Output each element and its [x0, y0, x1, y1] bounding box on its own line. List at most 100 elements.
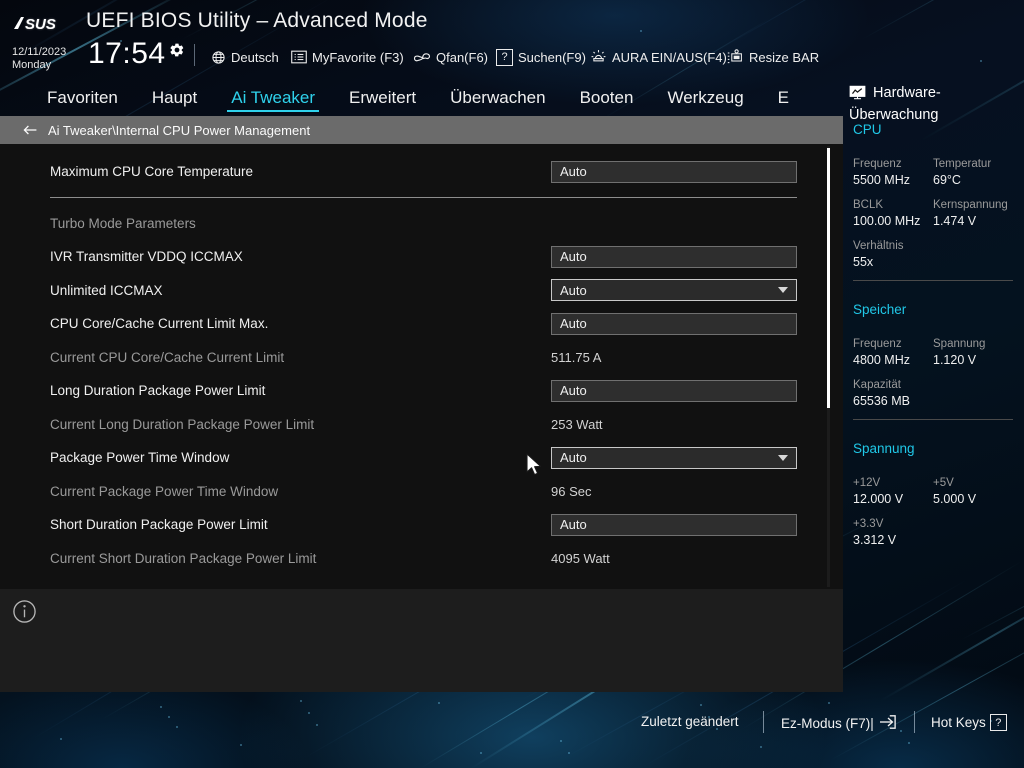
setting-dropdown-unlimited-iccmax[interactable]: Auto: [551, 279, 797, 301]
hwm-value: 12.000 V: [853, 492, 904, 506]
setting-input-short-duration-package-power-limit[interactable]: Auto: [551, 513, 797, 536]
setting-input-long-duration-package-power-limit[interactable]: Auto: [551, 379, 797, 402]
settings-row-current-long-duration-package-power-limit: Current Long Duration Package Power Limi…: [0, 408, 843, 441]
arrow-left-icon[interactable]: [22, 122, 38, 138]
aura-lamp-icon: [590, 49, 607, 65]
svg-text:SUS: SUS: [25, 16, 56, 33]
globe-icon: [211, 50, 226, 65]
bios-screen: SUS UEFI BIOS Utility – Advanced Mode 12…: [0, 0, 1024, 768]
list-icon: [291, 50, 307, 64]
setting-readonly-value: 253 Watt: [551, 416, 603, 432]
setting-readonly-value: 4095 Watt: [551, 550, 610, 566]
hwm-value: 100.00 MHz: [853, 214, 921, 228]
setting-label: Current CPU Core/Cache Current Limit: [50, 349, 285, 365]
hot-keys-button[interactable]: Hot Keys ?: [931, 714, 1007, 731]
tab-werkzeug[interactable]: Werkzeug: [650, 83, 760, 113]
fan-icon: [413, 50, 431, 65]
setting-label: CPU Core/Cache Current Limit Max.: [50, 316, 269, 331]
setting-label: IVR Transmitter VDDQ ICCMAX: [50, 249, 243, 264]
hwm-divider: [853, 280, 1013, 281]
top-header: SUS UEFI BIOS Utility – Advanced Mode 12…: [0, 0, 1024, 80]
header-item-search[interactable]: ? Suchen(F9): [496, 47, 586, 67]
header-item-label: Resize BAR: [749, 49, 820, 65]
hwm-key: Temperatur: [933, 158, 992, 170]
header-item-label: Qfan(F6): [436, 49, 489, 65]
settings-row-cpu-core-cache-current-limit-max[interactable]: CPU Core/Cache Current Limit Max. Auto: [0, 307, 843, 340]
tab-label: Ai Tweaker: [231, 88, 316, 107]
tab-erweitert[interactable]: Erweitert: [332, 83, 433, 113]
header-item-qfan[interactable]: Qfan(F6): [413, 47, 488, 67]
hwm-value: 55x: [853, 255, 874, 269]
setting-input-maximum-cpu-core-temperature[interactable]: Auto: [551, 160, 797, 183]
section-header-turbo-mode-parameters: Turbo Mode Parameters: [0, 207, 843, 240]
asus-logo-icon: SUS: [12, 13, 74, 35]
hwm-key: Spannung: [933, 338, 986, 350]
tab-ai-tweaker[interactable]: Ai Tweaker: [214, 83, 332, 113]
settings-row-short-duration-package-power-limit[interactable]: Short Duration Package Power Limit Auto: [0, 508, 843, 541]
setting-value: Auto: [560, 249, 587, 264]
setting-label: Package Power Time Window: [50, 450, 230, 465]
header-item-resize-bar[interactable]: Resize BAR: [726, 47, 819, 67]
gear-icon[interactable]: [169, 42, 185, 58]
date-value: 12/11/2023: [12, 46, 67, 58]
hwm-value: 69°C: [933, 173, 961, 187]
last-modified-button[interactable]: Zuletzt geändert: [641, 714, 739, 729]
settings-row-current-package-power-time-window: Current Package Power Time Window 96 Sec: [0, 475, 843, 508]
breadcrumb-text: Ai Tweaker\Internal CPU Power Management: [48, 122, 311, 138]
settings-row-unlimited-iccmax[interactable]: Unlimited ICCMAX Auto: [0, 274, 843, 307]
hot-keys-label: Hot Keys: [931, 715, 986, 730]
setting-input-ivr-transmitter-vddq-iccmax[interactable]: Auto: [551, 245, 797, 268]
arrow-into-bracket-icon: [878, 714, 898, 733]
tab--berwachen[interactable]: Überwachen: [433, 83, 562, 113]
breadcrumb[interactable]: Ai Tweaker\Internal CPU Power Management: [0, 116, 843, 144]
setting-readonly-value: 511.75 A: [551, 349, 602, 365]
footer-divider: [914, 711, 915, 733]
tab-booten[interactable]: Booten: [563, 83, 651, 113]
setting-label: Maximum CPU Core Temperature: [50, 164, 254, 179]
header-item-label: Deutsch: [231, 49, 279, 65]
section-divider: [50, 196, 797, 198]
setting-dropdown-package-power-time-window[interactable]: Auto: [551, 446, 797, 469]
tab-label: Haupt: [151, 88, 198, 107]
nav-tab-bar: Favoriten Haupt Ai Tweaker Erweitert Überwac…: [0, 80, 843, 116]
settings-row-maximum-cpu-core-temperature[interactable]: Maximum CPU Core Temperature Auto: [0, 155, 843, 188]
setting-label: Current Long Duration Package Power Limi…: [50, 416, 315, 432]
settings-row-package-power-time-window[interactable]: Package Power Time Window Auto: [0, 441, 843, 474]
hardware-monitor-title: Hardware-Überwachung: [849, 84, 1024, 125]
hwm-section-cpu: CPU: [853, 122, 882, 137]
weekday-value: Monday: [12, 59, 52, 71]
info-circle-icon[interactable]: [12, 599, 37, 624]
setting-input-cpu-core-cache-current-limit-max[interactable]: Auto: [551, 312, 797, 335]
hwm-key: +3.3V: [853, 518, 884, 530]
settings-row-ivr-transmitter-vddq-iccmax[interactable]: IVR Transmitter VDDQ ICCMAX Auto: [0, 240, 843, 273]
tab-favoriten[interactable]: Favoriten: [30, 83, 135, 113]
setting-value: Auto: [560, 517, 587, 532]
header-item-language[interactable]: Deutsch: [211, 47, 279, 67]
header-item-myfavorite[interactable]: MyFavorite (F3): [291, 47, 404, 67]
hwm-key: Frequenz: [853, 338, 902, 350]
footer-divider: [763, 711, 764, 733]
settings-row-current-cpu-core-cache-current-limit: Current CPU Core/Cache Current Limit 511.…: [0, 341, 843, 374]
chevron-down-icon: [778, 454, 788, 461]
settings-list: Maximum CPU Core Temperature Auto Turbo Mo…: [0, 144, 843, 589]
hwm-key: Verhältnis: [853, 240, 904, 252]
hwm-value: 5500 MHz: [853, 173, 910, 187]
header-item-label: Suchen(F9): [518, 49, 586, 65]
tab-haupt[interactable]: Haupt: [135, 83, 214, 113]
tab-label: Booten: [579, 88, 634, 107]
tab-label: Erweitert: [349, 88, 417, 107]
ez-mode-button[interactable]: Ez-Modus (F7)|: [781, 714, 898, 733]
resize-bar-icon: [726, 49, 744, 65]
header-item-aura[interactable]: AURA EIN/AUS(F4): [590, 47, 727, 67]
hwm-key: Kernspannung: [933, 199, 1008, 211]
setting-label: Current Short Duration Package Power Lim…: [50, 550, 317, 566]
tab-label: Überwachen: [450, 88, 546, 107]
hwm-value: 3.312 V: [853, 533, 897, 547]
setting-value: Auto: [560, 316, 587, 331]
hwm-divider: [853, 419, 1013, 420]
content-panel: Ai Tweaker\Internal CPU Power Management…: [0, 116, 843, 692]
hwm-key: BCLK: [853, 199, 884, 211]
hwm-key: +12V: [853, 477, 881, 489]
settings-row-long-duration-package-power-limit[interactable]: Long Duration Package Power Limit Auto: [0, 374, 843, 407]
tab-e[interactable]: E: [761, 83, 806, 113]
